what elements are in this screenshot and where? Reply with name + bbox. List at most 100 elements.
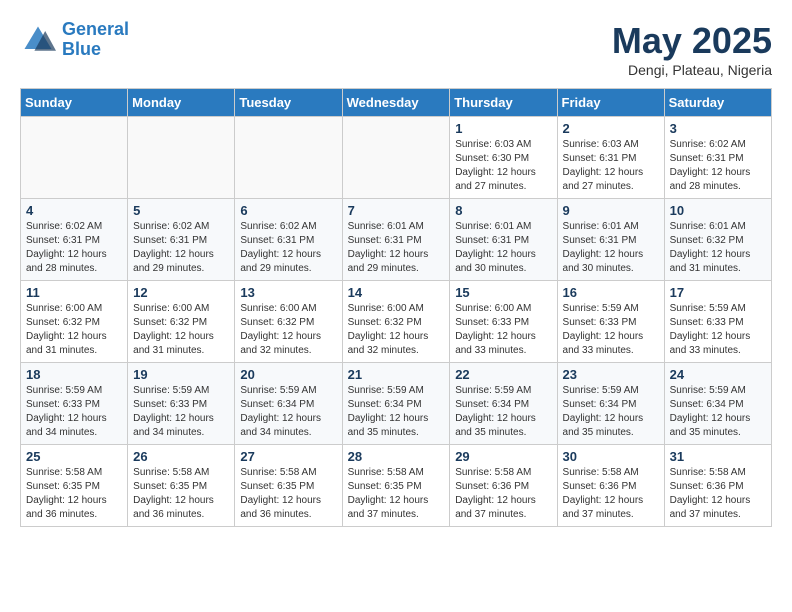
cell-content: Daylight: 12 hours: [348, 330, 445, 344]
cell-content: Sunrise: 6:00 AM: [348, 302, 445, 316]
day-number: 9: [563, 203, 659, 218]
cell-content: Sunrise: 5:58 AM: [563, 466, 659, 480]
cell-content: Sunset: 6:34 PM: [455, 398, 551, 412]
day-number: 13: [240, 285, 336, 300]
col-header-tuesday: Tuesday: [235, 89, 342, 117]
cell-content: Daylight: 12 hours: [26, 494, 122, 508]
cell-content: Sunrise: 6:00 AM: [240, 302, 336, 316]
cell-content: Sunrise: 5:58 AM: [133, 466, 229, 480]
cell-content: and 33 minutes.: [563, 344, 659, 358]
cell-content: and 33 minutes.: [455, 344, 551, 358]
cell-content: and 37 minutes.: [670, 508, 766, 522]
cell-content: Sunrise: 6:03 AM: [455, 138, 551, 152]
calendar-cell: 17Sunrise: 5:59 AMSunset: 6:33 PMDayligh…: [664, 281, 771, 363]
cell-content: Sunrise: 5:58 AM: [455, 466, 551, 480]
cell-content: and 27 minutes.: [563, 180, 659, 194]
cell-content: Sunset: 6:32 PM: [240, 316, 336, 330]
cell-content: Sunset: 6:31 PM: [455, 234, 551, 248]
col-header-saturday: Saturday: [664, 89, 771, 117]
cell-content: and 28 minutes.: [670, 180, 766, 194]
calendar-cell: 23Sunrise: 5:59 AMSunset: 6:34 PMDayligh…: [557, 363, 664, 445]
cell-content: Sunrise: 5:58 AM: [240, 466, 336, 480]
day-number: 29: [455, 449, 551, 464]
day-number: 24: [670, 367, 766, 382]
cell-content: Daylight: 12 hours: [670, 166, 766, 180]
day-number: 17: [670, 285, 766, 300]
day-number: 15: [455, 285, 551, 300]
day-number: 16: [563, 285, 659, 300]
cell-content: Daylight: 12 hours: [26, 412, 122, 426]
cell-content: Sunset: 6:35 PM: [240, 480, 336, 494]
cell-content: Sunset: 6:31 PM: [563, 152, 659, 166]
col-header-wednesday: Wednesday: [342, 89, 450, 117]
day-number: 27: [240, 449, 336, 464]
day-number: 22: [455, 367, 551, 382]
cell-content: Daylight: 12 hours: [133, 494, 229, 508]
cell-content: Sunrise: 5:59 AM: [240, 384, 336, 398]
cell-content: Sunrise: 5:59 AM: [455, 384, 551, 398]
logo: General Blue: [20, 20, 129, 60]
day-number: 25: [26, 449, 122, 464]
cell-content: and 31 minutes.: [133, 344, 229, 358]
day-number: 4: [26, 203, 122, 218]
cell-content: and 35 minutes.: [455, 426, 551, 440]
cell-content: Daylight: 12 hours: [670, 330, 766, 344]
col-header-sunday: Sunday: [21, 89, 128, 117]
cell-content: Sunrise: 6:02 AM: [240, 220, 336, 234]
cell-content: Sunset: 6:34 PM: [348, 398, 445, 412]
calendar-cell: 24Sunrise: 5:59 AMSunset: 6:34 PMDayligh…: [664, 363, 771, 445]
calendar-cell: 13Sunrise: 6:00 AMSunset: 6:32 PMDayligh…: [235, 281, 342, 363]
calendar-cell: 5Sunrise: 6:02 AMSunset: 6:31 PMDaylight…: [128, 199, 235, 281]
day-number: 14: [348, 285, 445, 300]
day-number: 31: [670, 449, 766, 464]
calendar-cell: 22 Sunrise: 5:59 AMSunset: 6:34 PMDayligh…: [450, 363, 557, 445]
cell-content: Sunrise: 6:00 AM: [455, 302, 551, 316]
day-number: 6: [240, 203, 336, 218]
cell-content: Sunset: 6:33 PM: [26, 398, 122, 412]
cell-content: and 35 minutes.: [563, 426, 659, 440]
cell-content: Sunrise: 5:58 AM: [670, 466, 766, 480]
col-header-thursday: Thursday: [450, 89, 557, 117]
cell-content: Sunrise: 6:01 AM: [348, 220, 445, 234]
cell-content: Daylight: 12 hours: [455, 494, 551, 508]
logo-blue: Blue: [62, 39, 101, 59]
calendar-cell: 31Sunrise: 5:58 AMSunset: 6:36 PMDayligh…: [664, 445, 771, 527]
cell-content: Sunrise: 5:59 AM: [133, 384, 229, 398]
cell-content: Daylight: 12 hours: [670, 494, 766, 508]
cell-content: Sunset: 6:34 PM: [240, 398, 336, 412]
cell-content: Sunrise: 5:59 AM: [563, 384, 659, 398]
logo-icon: [20, 22, 56, 58]
cell-content: Sunrise: 5:59 AM: [563, 302, 659, 316]
calendar-cell: [128, 117, 235, 199]
cell-content: Sunset: 6:32 PM: [133, 316, 229, 330]
cell-content: and 31 minutes.: [670, 262, 766, 276]
cell-content: and 34 minutes.: [240, 426, 336, 440]
cell-content: Sunrise: 6:01 AM: [670, 220, 766, 234]
cell-content: Sunset: 6:34 PM: [563, 398, 659, 412]
day-number: 30: [563, 449, 659, 464]
col-header-friday: Friday: [557, 89, 664, 117]
cell-content: Daylight: 12 hours: [455, 248, 551, 262]
cell-content: Sunset: 6:35 PM: [133, 480, 229, 494]
cell-content: Daylight: 12 hours: [26, 330, 122, 344]
cell-content: Daylight: 12 hours: [240, 412, 336, 426]
cell-content: Daylight: 12 hours: [455, 412, 551, 426]
cell-content: Daylight: 12 hours: [348, 494, 445, 508]
calendar-cell: 26Sunrise: 5:58 AMSunset: 6:35 PMDayligh…: [128, 445, 235, 527]
day-number: 3: [670, 121, 766, 136]
location: Dengi, Plateau, Nigeria: [612, 62, 772, 78]
day-number: 1: [455, 121, 551, 136]
cell-content: Sunrise: 6:00 AM: [133, 302, 229, 316]
cell-content: and 36 minutes.: [26, 508, 122, 522]
cell-content: Sunrise: 6:02 AM: [670, 138, 766, 152]
cell-content: Daylight: 12 hours: [563, 166, 659, 180]
calendar-cell: 14Sunrise: 6:00 AMSunset: 6:32 PMDayligh…: [342, 281, 450, 363]
calendar-cell: 2Sunrise: 6:03 AMSunset: 6:31 PMDaylight…: [557, 117, 664, 199]
cell-content: Sunrise: 5:58 AM: [348, 466, 445, 480]
cell-content: Sunrise: 6:00 AM: [26, 302, 122, 316]
calendar-header-row: SundayMondayTuesdayWednesdayThursdayFrid…: [21, 89, 772, 117]
cell-content: Daylight: 12 hours: [563, 494, 659, 508]
col-header-monday: Monday: [128, 89, 235, 117]
cell-content: Sunrise: 5:59 AM: [670, 302, 766, 316]
calendar-cell: 3Sunrise: 6:02 AMSunset: 6:31 PMDaylight…: [664, 117, 771, 199]
